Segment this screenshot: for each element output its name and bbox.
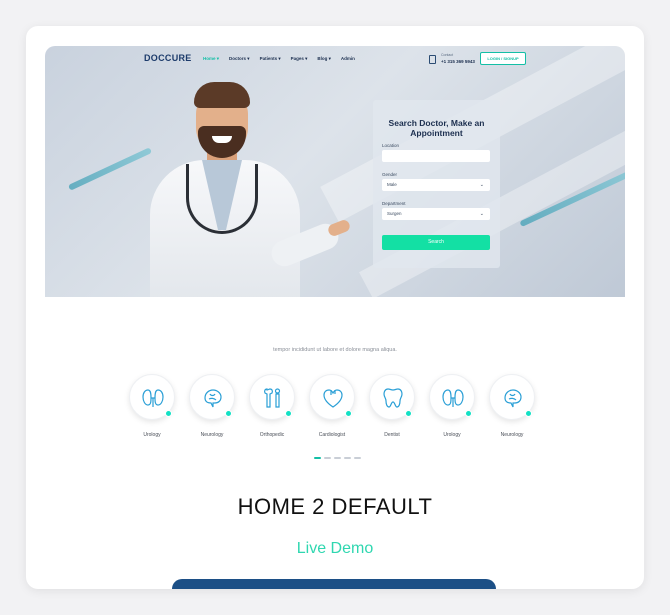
menu-item-pages[interactable]: Pages ▾ <box>291 56 308 62</box>
menu-item-home[interactable]: Home ▾ <box>203 56 219 62</box>
search-doctor-panel: Search Doctor, Make an Appointment Locat… <box>373 100 500 268</box>
section-tagline: tempor incididunt ut labore et dolore ma… <box>273 347 397 353</box>
carousel-dot[interactable] <box>314 457 321 459</box>
menu-item-patients[interactable]: Patients ▾ <box>260 56 281 62</box>
menu-item-blog[interactable]: Blog ▾ <box>317 56 331 62</box>
menu-item-admin[interactable]: Admin <box>341 56 355 62</box>
location-input[interactable] <box>382 150 490 162</box>
brain-icon <box>204 389 222 408</box>
site-navbar: DOCCURE Home ▾ Doctors ▾ Patients ▾ Page… <box>45 46 625 72</box>
site-logo[interactable]: DOCCURE <box>144 53 192 63</box>
kidney-icon <box>442 389 464 407</box>
speciality-label: Cardiologist <box>318 432 346 438</box>
department-select[interactable]: Surgen ⌄ <box>382 208 490 220</box>
carousel-pagination <box>314 457 361 459</box>
speciality-label: Neurology <box>200 432 224 438</box>
chevron-down-icon: ⌄ <box>479 182 484 188</box>
gender-label: Gender <box>382 172 398 177</box>
contact-label: Contact <box>441 53 454 57</box>
menu-item-doctors[interactable]: Doctors ▾ <box>229 56 250 62</box>
carousel-dot[interactable] <box>324 457 331 459</box>
hospital-icon <box>429 55 436 64</box>
search-button[interactable]: Search <box>382 235 490 250</box>
login-signup-button[interactable]: LOGIN / SIGNUP <box>480 52 526 65</box>
kidney-icon <box>142 389 164 407</box>
speciality-dot <box>525 410 532 417</box>
carousel-dot[interactable] <box>344 457 351 459</box>
bone-icon <box>264 388 281 408</box>
speciality-dot <box>225 410 232 417</box>
speciality-label: Neurology <box>500 432 524 438</box>
demo-title: HOME 2 DEFAULT <box>237 494 433 519</box>
department-label: Department <box>382 201 406 206</box>
location-label: Location <box>382 143 400 148</box>
speciality-label: Urology <box>443 432 461 438</box>
chevron-down-icon: ⌄ <box>479 211 484 217</box>
site-menu: Home ▾ Doctors ▾ Patients ▾ Pages ▾ Blog… <box>203 56 355 62</box>
gender-select[interactable]: Male ⌄ <box>382 179 490 191</box>
speciality-dot <box>165 410 172 417</box>
speciality-dot <box>465 410 472 417</box>
speciality-dot <box>405 410 412 417</box>
search-panel-title: Search Doctor, Make an Appointment <box>388 118 485 138</box>
live-demo-link[interactable]: Live Demo <box>26 540 644 558</box>
heart-icon <box>323 389 343 408</box>
doctor-image <box>140 72 352 297</box>
speciality-dot <box>345 410 352 417</box>
brain-icon <box>504 389 522 408</box>
carousel-dot[interactable] <box>354 457 361 459</box>
homepage-preview[interactable]: DOCCURE Home ▾ Doctors ▾ Patients ▾ Page… <box>45 46 625 297</box>
demo-card[interactable]: DOCCURE Home ▾ Doctors ▾ Patients ▾ Page… <box>26 26 644 589</box>
speciality-label: Urology <box>143 432 161 438</box>
next-demo-preview[interactable] <box>172 579 496 589</box>
tooth-icon <box>383 388 403 408</box>
speciality-label: Orthopedic <box>259 432 285 438</box>
carousel-dot[interactable] <box>334 457 341 459</box>
speciality-dot <box>285 410 292 417</box>
speciality-label: Dentist <box>384 432 400 438</box>
contact-phone: +1 315 369 5943 <box>441 59 475 64</box>
